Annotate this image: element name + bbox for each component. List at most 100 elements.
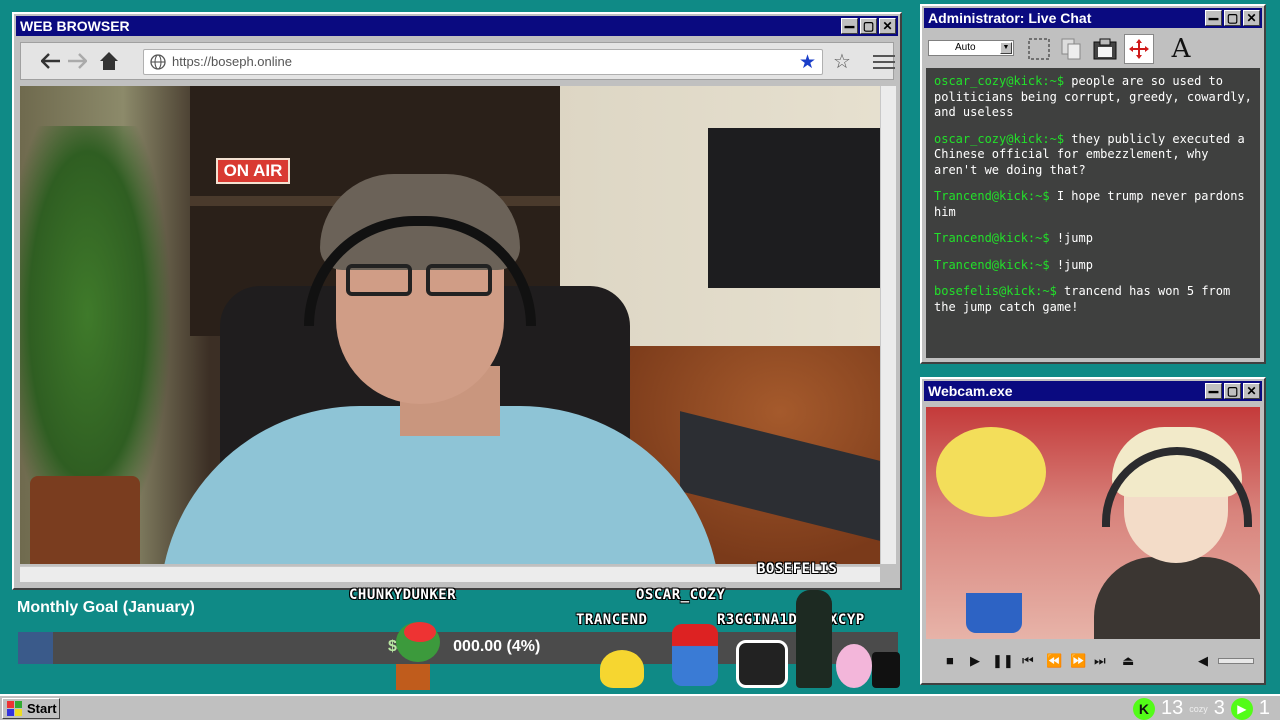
- browser-titlebar[interactable]: WEB BROWSER ▁ ▢ ✕: [16, 14, 898, 36]
- chat-titlebar[interactable]: Administrator: Live Chat ▁ ▢ ✕: [924, 6, 1262, 28]
- browser-window[interactable]: WEB BROWSER ▁ ▢ ✕ https://boseph.online …: [12, 12, 902, 590]
- volume-slider[interactable]: [1218, 658, 1254, 664]
- on-air-text: ON AIR: [223, 161, 283, 180]
- windows-logo-icon: [7, 701, 22, 716]
- move-arrows-icon: [1129, 39, 1149, 59]
- minimize-icon: ▁: [1208, 379, 1219, 393]
- chat-user: oscar_cozy@kick:~$: [934, 131, 1065, 146]
- video-viewport[interactable]: ON AIR: [20, 86, 880, 564]
- minimize-button[interactable]: ▁: [1205, 379, 1222, 399]
- favorites-star-icon[interactable]: ☆: [833, 49, 851, 74]
- media-controls: ■ ▶ ❚❚ ⏮ ⏪ ⏩ ⏭ ⏏ ◀: [926, 643, 1260, 679]
- webcam-window[interactable]: Webcam.exe ▁ ▢ ✕ ■ ▶ ❚❚ ⏮ ⏪ ⏩ ⏭ ⏏ ◀: [920, 377, 1266, 685]
- cozy-label: cozy: [1189, 703, 1208, 714]
- fast-forward-icon[interactable]: ⏩: [1070, 653, 1086, 669]
- flower-head-sprite: [404, 622, 436, 642]
- live-chat-window[interactable]: Administrator: Live Chat ▁ ▢ ✕ Auto ▼ A …: [920, 4, 1266, 364]
- flower-base-sprite: [396, 664, 430, 690]
- font-size-select[interactable]: Auto ▼: [928, 40, 1014, 56]
- live-count: 1: [1258, 697, 1270, 719]
- chat-text: !jump: [1049, 231, 1093, 245]
- arrow-right-icon: [68, 53, 87, 69]
- glasses: [346, 264, 496, 298]
- viewer-name: XCYP: [829, 612, 865, 628]
- volume-icon[interactable]: ◀: [1198, 653, 1208, 669]
- chat-user: oscar_cozy@kick:~$: [934, 74, 1065, 88]
- stop-icon[interactable]: ■: [946, 653, 954, 668]
- chat-user: bosefelis@kick:~$: [934, 284, 1057, 298]
- minimize-button[interactable]: ▁: [841, 14, 858, 34]
- viewer-name: TRANCEND: [576, 612, 648, 628]
- minimize-icon: ▁: [844, 14, 855, 28]
- address-bar[interactable]: https://boseph.online ★: [143, 49, 823, 75]
- select-region-button[interactable]: [1024, 34, 1054, 64]
- hamburger-menu-icon[interactable]: [873, 51, 895, 69]
- cat-sprite: [872, 652, 900, 688]
- chat-toolbar: Auto ▼ A: [926, 32, 1260, 66]
- chat-user: Trancend@kick:~$: [934, 257, 1050, 272]
- chat-message: oscar_cozy@kick:~$ people are so used to…: [934, 74, 1252, 121]
- bookmark-star-icon[interactable]: ★: [799, 51, 816, 74]
- skip-forward-icon[interactable]: ⏭: [1094, 653, 1106, 669]
- clipboard-icon: [1093, 38, 1117, 60]
- pink-creature-sprite: [836, 644, 872, 688]
- horizontal-scrollbar[interactable]: [20, 566, 880, 582]
- font-size-value: Auto: [955, 42, 976, 53]
- goal-progress-fill: [18, 632, 54, 664]
- system-tray: K 13 cozy 3 ▶ 1: [1132, 697, 1270, 720]
- eject-icon[interactable]: ⏏: [1122, 653, 1134, 669]
- maximize-button[interactable]: ▢: [860, 18, 877, 34]
- maximize-icon: ▢: [1226, 384, 1239, 398]
- viewer-name: CHUNKYDUNKER: [349, 587, 457, 603]
- tv-screen: [708, 128, 880, 288]
- goal-amount-end: 000.00 (4%): [453, 638, 541, 655]
- chat-message: bosefelis@kick:~$ trancend has won 5 fro…: [934, 284, 1252, 315]
- goal-title: Monthly Goal (January): [17, 599, 195, 616]
- chat-text: !jump: [1049, 257, 1093, 272]
- minimize-button[interactable]: ▁: [1205, 6, 1222, 26]
- close-button[interactable]: ✕: [1243, 10, 1260, 26]
- chat-message: Trancend@kick:~$ I hope trump never pard…: [934, 189, 1252, 220]
- url-text[interactable]: https://boseph.online: [172, 54, 292, 69]
- close-icon: ✕: [1246, 11, 1257, 25]
- follower-count: 3: [1213, 697, 1225, 719]
- pause-icon[interactable]: ❚❚: [992, 653, 1014, 669]
- chat-log[interactable]: oscar_cozy@kick:~$ people are so used to…: [926, 68, 1260, 358]
- move-button[interactable]: [1124, 34, 1154, 64]
- maximize-button[interactable]: ▢: [1224, 383, 1241, 399]
- mug: [966, 593, 1022, 633]
- copy-button[interactable]: [1056, 34, 1086, 64]
- play-circle-icon[interactable]: ▶: [1230, 697, 1253, 720]
- back-button[interactable]: [39, 49, 63, 73]
- browser-toolbar: https://boseph.online ★ ☆: [20, 42, 895, 80]
- home-button[interactable]: [97, 49, 121, 73]
- browser-title: WEB BROWSER: [20, 18, 130, 34]
- webcam-titlebar[interactable]: Webcam.exe ▁ ▢ ✕: [924, 379, 1262, 401]
- close-button[interactable]: ✕: [879, 18, 896, 34]
- maximize-button[interactable]: ▢: [1224, 10, 1241, 26]
- arrow-left-icon: [41, 53, 60, 69]
- chat-title: Administrator: Live Chat: [928, 10, 1092, 26]
- close-button[interactable]: ✕: [1243, 383, 1260, 399]
- forward-button[interactable]: [65, 49, 89, 73]
- play-icon[interactable]: ▶: [970, 653, 980, 669]
- copy-icon: [1061, 38, 1081, 60]
- chat-user: Trancend@kick:~$: [934, 231, 1050, 245]
- avatar-body: [1094, 557, 1260, 639]
- dropdown-arrow-icon: ▼: [1000, 42, 1012, 54]
- yellow-creature-sprite: [600, 650, 644, 688]
- viewer-count: 13: [1160, 697, 1184, 719]
- maximize-icon: ▢: [862, 19, 875, 33]
- start-label: Start: [27, 701, 57, 716]
- home-icon: [100, 52, 118, 70]
- rewind-icon[interactable]: ⏪: [1046, 653, 1062, 669]
- font-button[interactable]: A: [1166, 34, 1196, 64]
- start-button[interactable]: Start: [2, 698, 60, 719]
- viewer-name: BOSEFELIS: [757, 561, 838, 577]
- kick-logo-icon[interactable]: K: [1132, 697, 1155, 720]
- vertical-scrollbar[interactable]: [880, 86, 896, 564]
- font-text-icon: A: [1171, 34, 1191, 64]
- skip-back-icon[interactable]: ⏮: [1022, 653, 1034, 669]
- paste-button[interactable]: [1090, 34, 1120, 64]
- plant-pot: [30, 476, 140, 564]
